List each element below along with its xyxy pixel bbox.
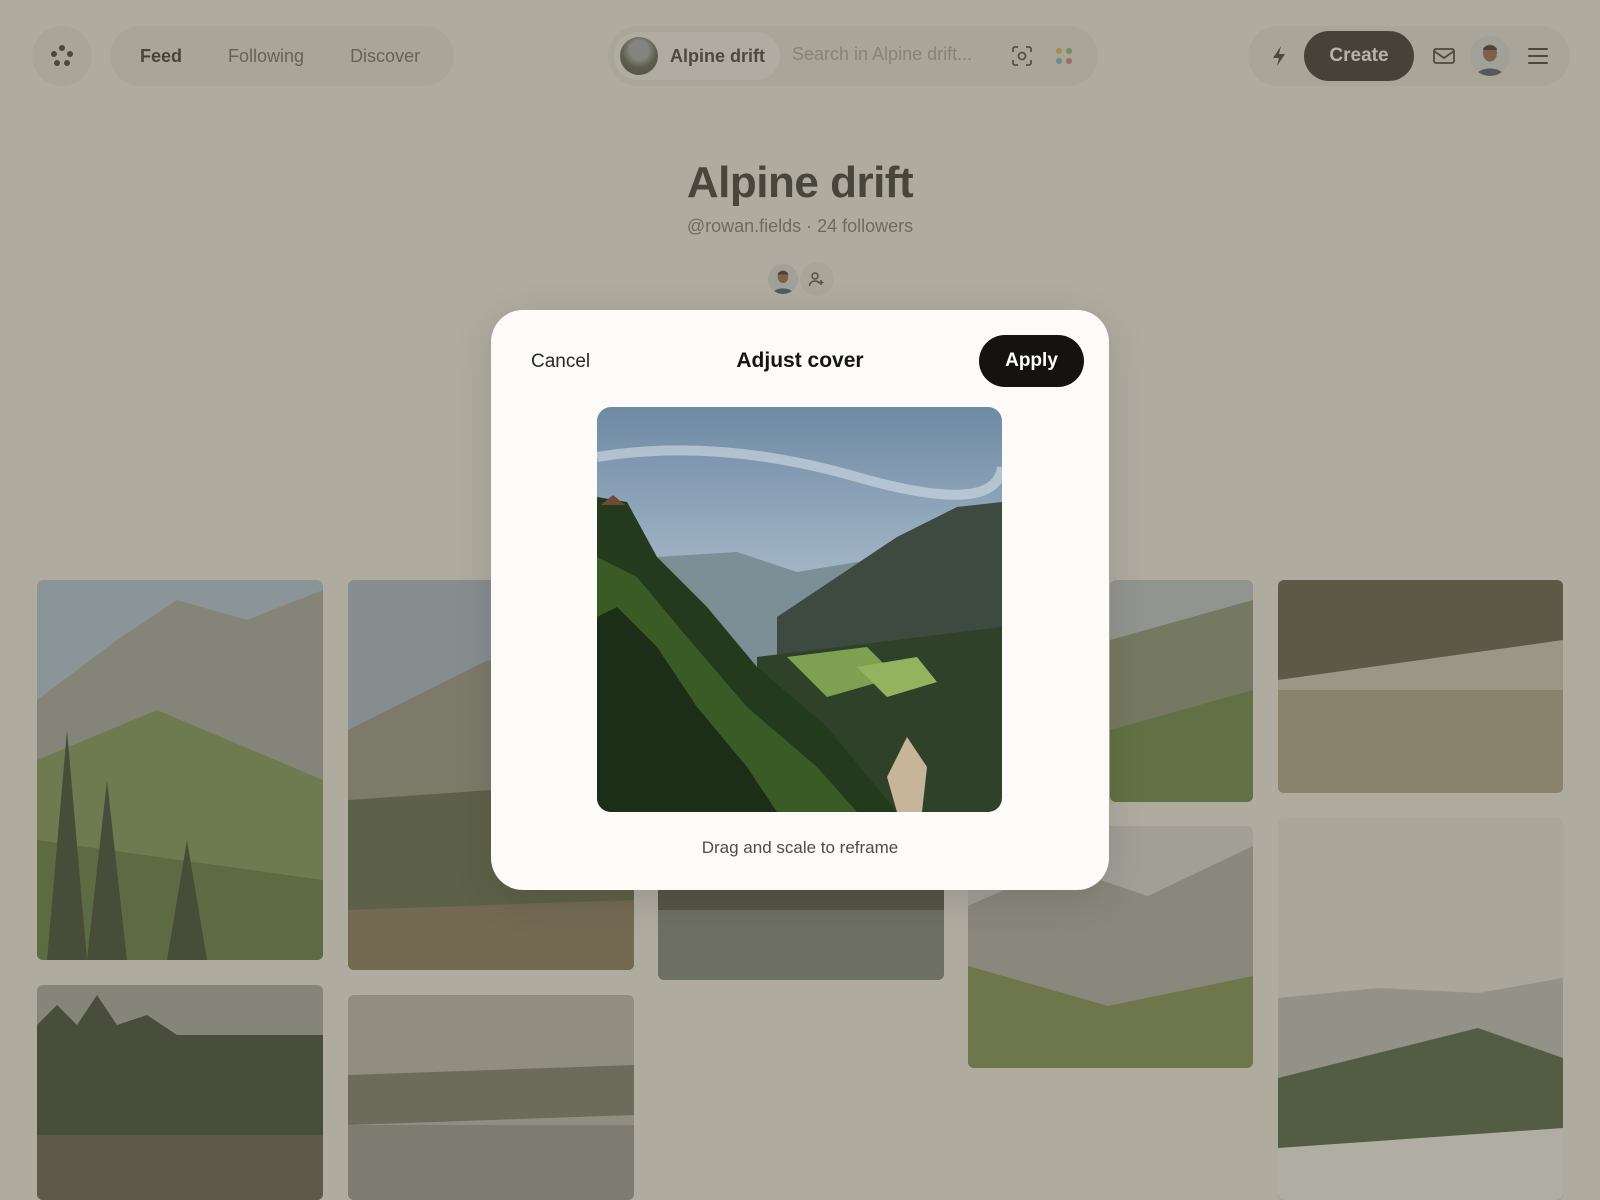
cover-image [597, 407, 1002, 812]
reframe-hint: Drag and scale to reframe [701, 838, 899, 857]
adjust-cover-dialog: Cancel Adjust cover Apply Drag and scale… [491, 310, 1109, 890]
apply-button[interactable]: Apply [979, 335, 1084, 387]
cover-crop-area[interactable] [597, 407, 1002, 812]
